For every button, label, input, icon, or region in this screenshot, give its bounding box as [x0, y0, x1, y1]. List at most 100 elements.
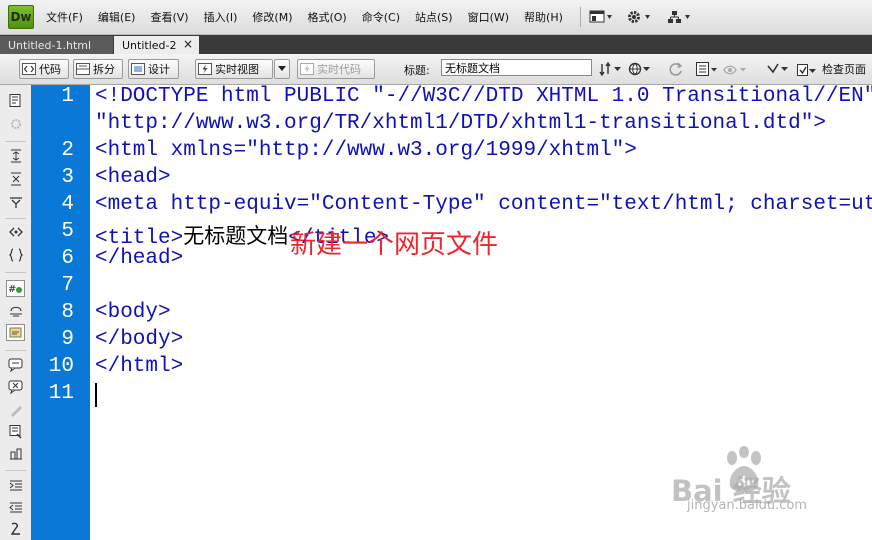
panel-separator — [5, 470, 26, 471]
highlight-invalid-code-icon[interactable] — [8, 303, 24, 317]
panel-separator — [5, 218, 26, 219]
panel-separator — [5, 272, 26, 273]
code-view-label: 代码 — [39, 63, 61, 76]
line-number: 4 — [61, 193, 74, 216]
file-management-icon[interactable] — [599, 62, 623, 77]
format-source-code-icon[interactable] — [8, 522, 24, 536]
line-number: 2 — [61, 139, 74, 162]
collapse-full-tag-icon[interactable] — [8, 149, 24, 163]
live-view-dropdown[interactable] — [274, 59, 290, 79]
outdent-code-icon[interactable] — [8, 501, 24, 515]
title-label: 标题: — [404, 64, 430, 77]
code-line: </body> — [95, 328, 184, 351]
move-css-icon[interactable] — [8, 447, 24, 461]
menu-file[interactable]: 文件(F) — [46, 9, 83, 25]
code-line: </html> — [95, 355, 184, 378]
split-view-icon — [76, 63, 90, 75]
line-number: 6 — [61, 247, 74, 270]
code-line: </head> — [95, 247, 184, 270]
tab-untitled-1[interactable]: Untitled-1.html — [0, 36, 113, 54]
panel-separator — [5, 350, 26, 351]
extend-dropdown[interactable] — [627, 10, 653, 24]
line-number-gutter: 1 2 3 4 5 6 7 8 9 10 11 — [31, 85, 90, 540]
code-line: <body> — [95, 301, 171, 324]
menu-help[interactable]: 帮助(H) — [524, 9, 563, 25]
line-number: 3 — [61, 166, 74, 189]
syntax-coloring-toggle[interactable] — [6, 324, 25, 341]
remove-comment-icon[interactable] — [8, 380, 24, 394]
chevron-down-icon — [278, 66, 286, 71]
menu-format[interactable]: 格式(O) — [307, 9, 346, 25]
visual-aids-icon[interactable] — [723, 62, 749, 77]
syntax-coloring-icon — [9, 327, 22, 338]
expand-all-icon[interactable] — [8, 195, 24, 209]
code-line: "http://www.w3.org/TR/xhtml1/DTD/xhtml1-… — [95, 112, 826, 135]
document-toolbar: 代码 拆分 设计 实时视图 实时代码 标题: 检查页面 — [0, 54, 872, 85]
site-dropdown[interactable] — [667, 10, 693, 24]
live-view-button[interactable]: 实时视图 — [195, 59, 273, 79]
code-line: <html xmlns="http://www.w3.org/1999/xhtm… — [95, 139, 637, 162]
panel-separator — [5, 141, 26, 142]
menu-edit[interactable]: 编辑(E) — [98, 9, 136, 25]
tab-label: Untitled-1.html — [8, 38, 92, 52]
view-options-icon[interactable] — [696, 62, 718, 77]
live-view-label: 实时视图 — [215, 63, 259, 76]
tab-label: Untitled-2 — [122, 38, 177, 52]
menu-site[interactable]: 站点(S) — [415, 9, 453, 25]
code-line: <!DOCTYPE html PUBLIC "-//W3C//DTD XHTML… — [95, 85, 872, 108]
line-number: 9 — [61, 328, 74, 351]
check-page-icon — [797, 63, 816, 76]
gear-icon — [627, 11, 650, 23]
menu-window[interactable]: 窗口(W) — [468, 9, 509, 25]
title-text: 无标题文档 — [183, 224, 289, 248]
line-number: 7 — [61, 274, 74, 297]
annotation-text: 新建一个网页文件 — [290, 230, 499, 260]
lightning-icon — [198, 63, 212, 75]
tab-untitled-2[interactable]: Untitled-2 × — [114, 36, 199, 54]
menu-bar: Dw 文件(F) 编辑(E) 查看(V) 插入(I) 修改(M) 格式(O) 命… — [0, 0, 872, 35]
document-tab-bar: Untitled-1.html Untitled-2 × — [0, 35, 872, 54]
menu-modify[interactable]: 修改(M) — [252, 9, 292, 25]
browser-preview-icon[interactable] — [628, 62, 652, 77]
svg-text:#: # — [8, 284, 16, 295]
document-title-input[interactable] — [441, 59, 592, 76]
layout-icon — [589, 10, 612, 23]
validate-markup-icon[interactable] — [767, 62, 791, 77]
menu-separator — [579, 7, 581, 27]
recent-snippets-icon[interactable] — [8, 425, 24, 439]
line-numbers-icon: # — [8, 284, 22, 295]
menu-view[interactable]: 查看(V) — [150, 9, 188, 25]
balance-braces-icon[interactable] — [8, 248, 24, 262]
close-icon[interactable]: × — [183, 37, 193, 51]
line-numbers-toggle[interactable]: # — [6, 280, 25, 297]
wrap-tag-icon[interactable] — [8, 403, 24, 417]
line-number: 10 — [48, 355, 74, 378]
split-view-button[interactable]: 拆分 — [73, 59, 123, 79]
apply-comment-icon[interactable] — [8, 358, 24, 372]
code-line: <head> — [95, 166, 171, 189]
menu-insert[interactable]: 插入(I) — [204, 9, 238, 25]
design-view-button[interactable]: 设计 — [128, 59, 179, 79]
indent-code-icon[interactable] — [8, 479, 24, 493]
design-view-label: 设计 — [148, 63, 170, 76]
live-code-label: 实时代码 — [317, 63, 361, 76]
select-parent-tag-icon[interactable] — [8, 225, 24, 239]
line-number: 11 — [48, 382, 74, 405]
check-page-label: 检查页面 — [822, 63, 866, 76]
line-number: 8 — [61, 301, 74, 324]
layout-dropdown[interactable] — [589, 10, 613, 24]
menu-commands[interactable]: 命令(C) — [362, 9, 400, 25]
collapse-selection-icon[interactable] — [8, 172, 24, 186]
live-code-icon — [300, 63, 314, 75]
show-code-navigator-icon[interactable] — [8, 117, 24, 131]
code-view-button[interactable]: 代码 — [19, 59, 69, 79]
site-icon — [667, 11, 690, 23]
design-view-icon — [131, 63, 145, 75]
check-page-button[interactable]: 检查页面 — [797, 61, 866, 77]
open-documents-icon[interactable] — [8, 94, 24, 108]
refresh-icon[interactable] — [668, 62, 684, 77]
line-number: 1 — [61, 85, 74, 108]
watermark-url: jingyan.baidu.com — [687, 498, 807, 513]
split-view-label: 拆分 — [93, 63, 115, 76]
live-code-button[interactable]: 实时代码 — [297, 59, 375, 79]
